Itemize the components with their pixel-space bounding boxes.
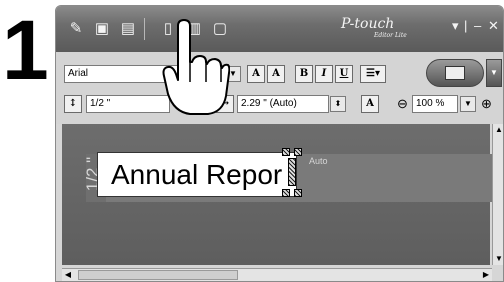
label-text[interactable]: Annual Repor (111, 156, 282, 194)
tape-length-stepper[interactable]: ⬍ (330, 96, 346, 112)
zoom-dropdown[interactable]: ▼ (460, 96, 476, 112)
underline-button[interactable]: U (335, 65, 353, 83)
tape-length-field[interactable]: 2.29 " (Auto) (237, 95, 329, 113)
step-number: 1 (2, 3, 49, 97)
resize-handle-top[interactable] (294, 148, 302, 156)
auto-length-label: Auto (309, 156, 328, 166)
pointing-hand-icon (162, 19, 230, 115)
horizontal-scrollbar[interactable]: ◀ ▶ (62, 268, 492, 281)
italic-button[interactable]: I (315, 65, 333, 83)
tape-width-field[interactable]: 1/2 " (86, 95, 170, 113)
bold-button[interactable]: B (295, 65, 313, 83)
open-folder-icon[interactable]: ▣ (92, 20, 112, 38)
toolbar-separator (144, 18, 145, 40)
title-bar: ✎ ▣ ▤ ▯ ▥ ▢ P-touch Editor Lite ▾ | – ✕ (56, 6, 503, 52)
minimize-button[interactable]: – (474, 18, 481, 33)
resize-handle-right[interactable] (288, 158, 296, 186)
resize-handle-top-right[interactable] (282, 148, 290, 156)
ptouch-editor-window: ✎ ▣ ▤ ▯ ▥ ▢ P-touch Editor Lite ▾ | – ✕ … (55, 5, 504, 282)
resize-handle-bottom-right[interactable] (282, 189, 290, 197)
vertical-scrollbar[interactable]: ▲ ▼ (492, 124, 503, 265)
grow-font-button[interactable]: A (247, 65, 265, 83)
scroll-up-arrow[interactable]: ▲ (493, 124, 503, 136)
print-options-dropdown[interactable]: ▼ (486, 59, 502, 87)
scroll-right-arrow[interactable]: ▶ (480, 269, 492, 281)
menu-dropdown-icon[interactable]: ▾ (452, 18, 459, 34)
scroll-down-arrow[interactable]: ▼ (493, 253, 503, 265)
app-brand: P-touch (341, 16, 395, 32)
new-icon[interactable]: ✎ (66, 20, 86, 38)
zoom-out-icon[interactable]: ⊖ (397, 96, 408, 112)
print-button[interactable] (426, 59, 484, 87)
titlebar-divider: | (464, 18, 468, 33)
scroll-thumb[interactable] (78, 270, 238, 280)
zoom-in-icon[interactable]: ⊕ (481, 96, 492, 112)
vertical-text-button[interactable]: A (361, 95, 379, 113)
save-icon[interactable]: ▤ (118, 20, 138, 38)
app-brand-subtitle: Editor Lite (374, 32, 407, 39)
printer-icon (445, 66, 465, 80)
resize-handle-bottom[interactable] (294, 189, 302, 197)
zoom-field[interactable]: 100 % (412, 95, 458, 113)
shrink-font-button[interactable]: A (267, 65, 285, 83)
align-dropdown-button[interactable]: ☰▾ (360, 65, 386, 83)
close-button[interactable]: ✕ (488, 18, 499, 34)
scroll-left-arrow[interactable]: ◀ (62, 269, 74, 281)
tape-width-icon: ↕ (64, 95, 82, 113)
